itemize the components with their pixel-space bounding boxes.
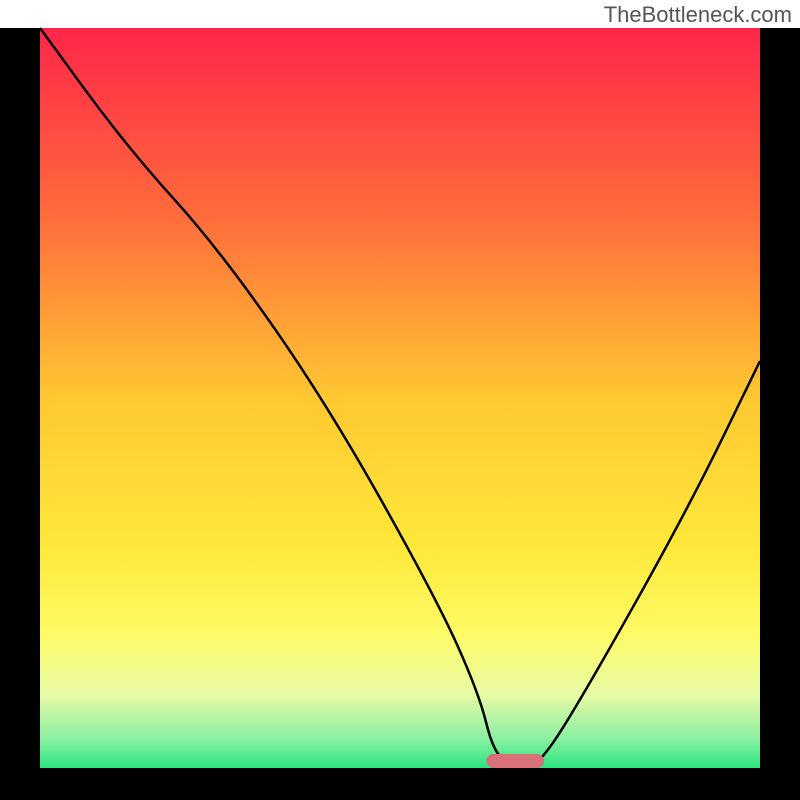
watermark-text: TheBottleneck.com [604, 2, 792, 28]
chart-svg [0, 0, 800, 800]
bottleneck-chart: TheBottleneck.com [0, 0, 800, 800]
optimal-range-marker [486, 754, 544, 768]
plot-background [40, 28, 760, 768]
